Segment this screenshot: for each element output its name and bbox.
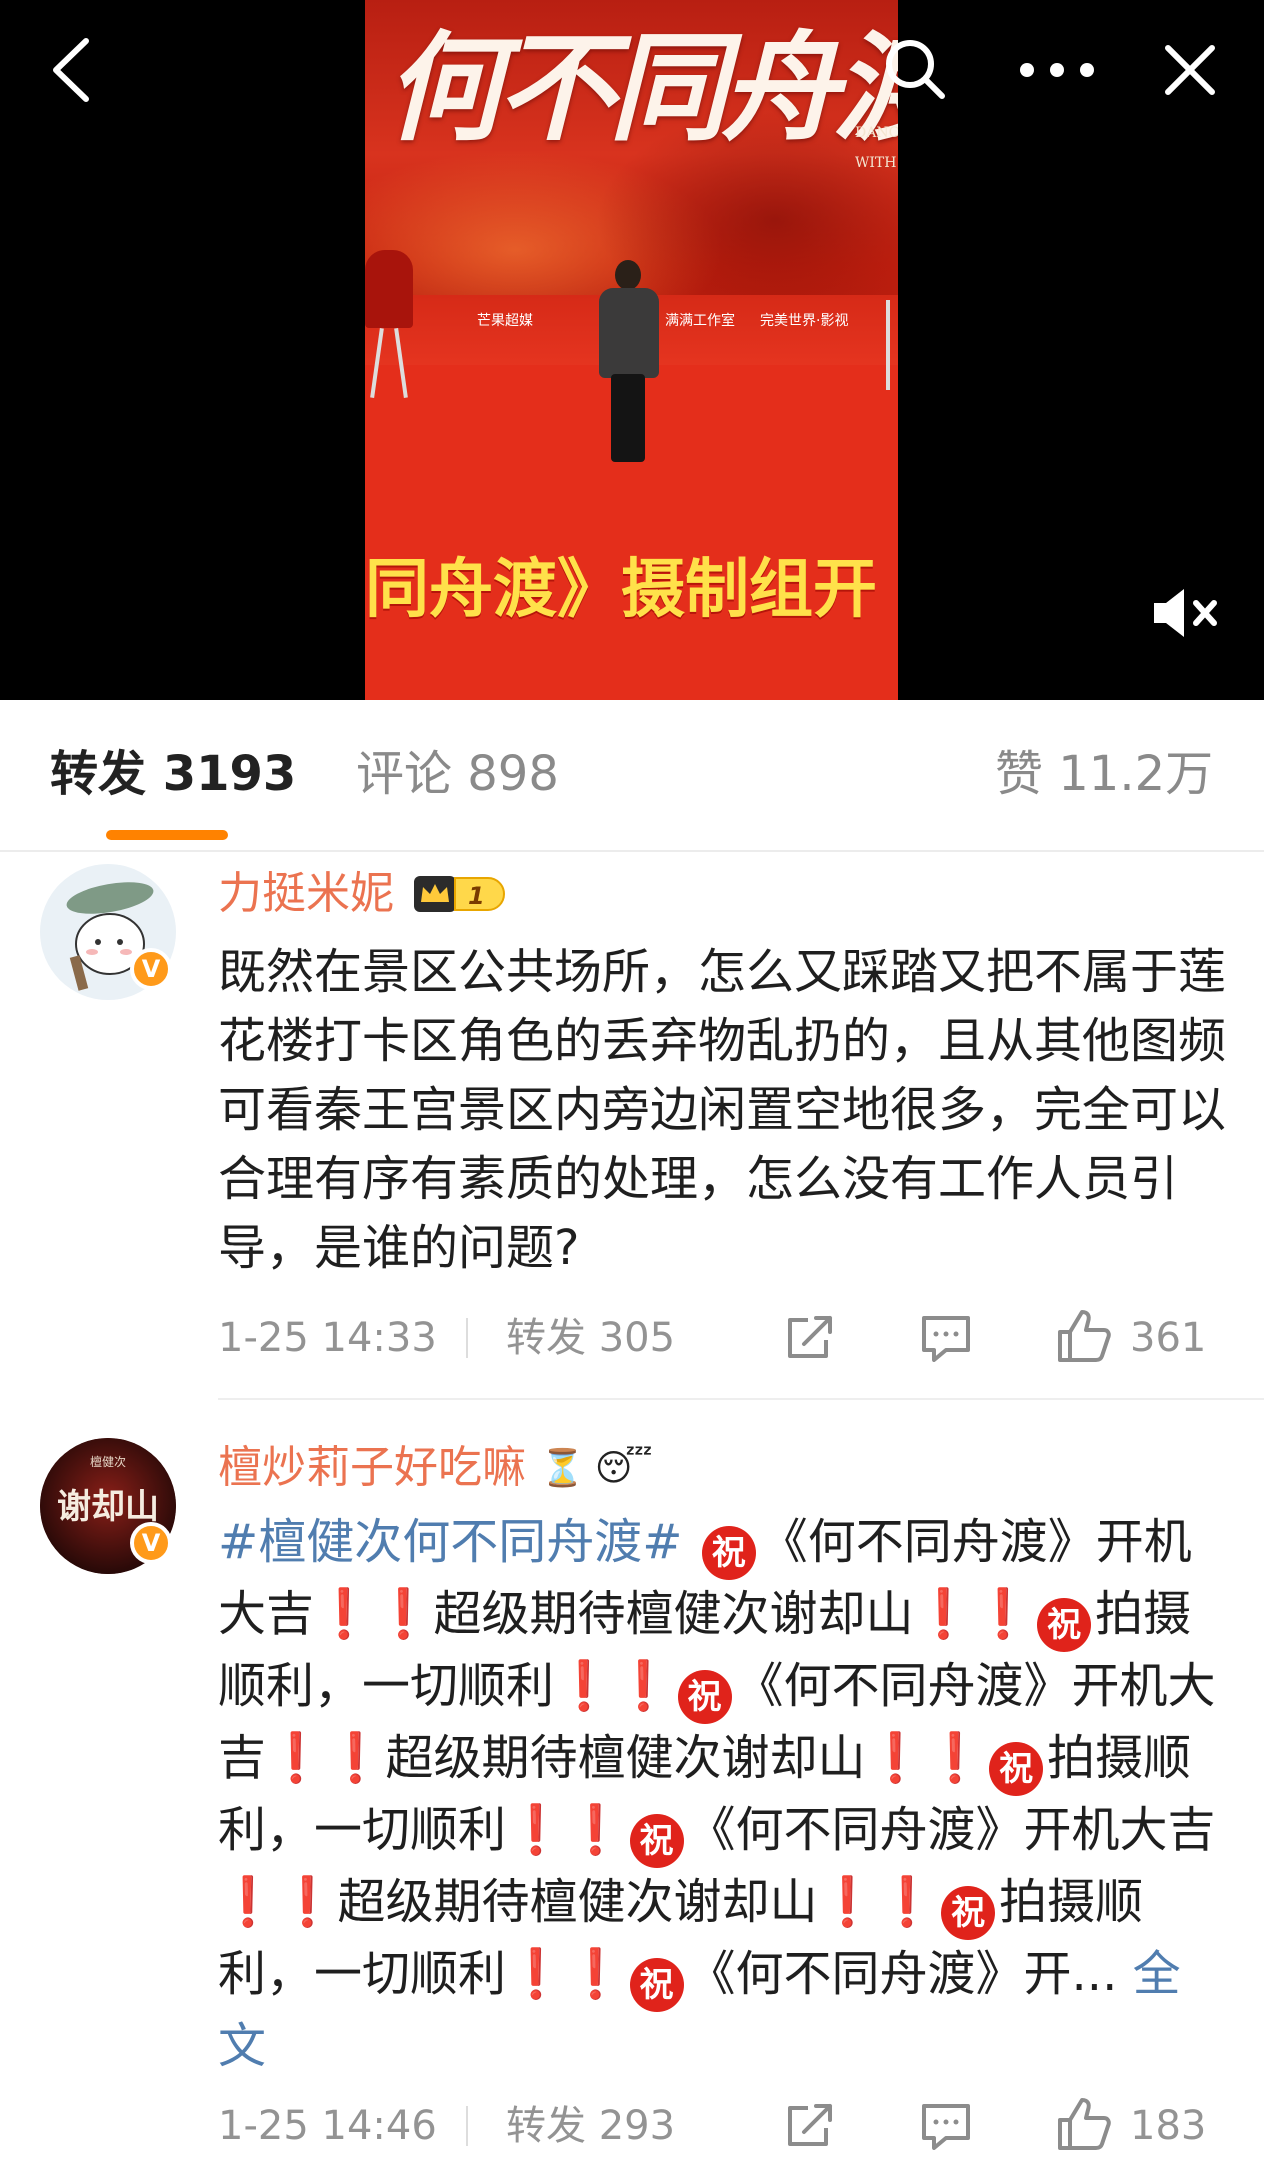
- chevron-left-icon: [53, 38, 89, 102]
- close-button[interactable]: [1150, 30, 1230, 110]
- speaker-figure: [593, 250, 663, 465]
- back-button[interactable]: [30, 30, 110, 110]
- mute-button[interactable]: [1140, 578, 1230, 648]
- svg-text:谢却山: 谢却山: [57, 1487, 159, 1527]
- divider: [218, 1398, 1264, 1400]
- share-icon[interactable]: [784, 2102, 836, 2150]
- repost-count[interactable]: 转发 305: [506, 1308, 675, 1368]
- zhu-emoji: 祝: [1037, 1598, 1092, 1652]
- repost-count[interactable]: 转发 293: [506, 2096, 675, 2156]
- repost-item: 檀健次 谢却山 V 檀炒莉子好吃嘛 ⏳ 😴 #檀健次何不同舟渡# 祝《何不同舟渡…: [0, 1402, 1264, 2183]
- comment-text: #檀健次何不同舟渡# 祝《何不同舟渡》开机大吉❗❗超级期待檀健次谢却山❗❗ 祝拍摄…: [218, 1514, 1216, 2074]
- like-count: 361: [1130, 1315, 1207, 1361]
- tab-comment[interactable]: 评论 898: [356, 744, 559, 804]
- poster-title: 何不同舟渡: [385, 18, 898, 157]
- comment-meta: 1-25 14:46 转发 293 183: [218, 2096, 1228, 2156]
- poster-banner: 同舟渡》摄制组开: [365, 553, 877, 627]
- svg-text:檀健次: 檀健次: [90, 1454, 126, 1469]
- timestamp: 1-25 14:33: [218, 1315, 437, 1361]
- username[interactable]: 檀炒莉子好吃嘛: [218, 1436, 526, 1500]
- timestamp: 1-25 14:46: [218, 2103, 437, 2149]
- zhu-emoji: 祝: [989, 1742, 1044, 1796]
- sleepy-emoji: 😴: [594, 1447, 653, 1489]
- tab-repost[interactable]: 转发 3193: [50, 744, 296, 804]
- verified-badge-icon: V: [130, 948, 172, 990]
- covered-stand: [365, 250, 415, 398]
- share-icon[interactable]: [784, 1314, 836, 1362]
- divider: [466, 1318, 468, 1358]
- repost-item: V 力挺米妮 1 既然在景区公共场所，怎么又踩踏又把不属于莲花楼打卡区角色的丢弃…: [0, 852, 1264, 1402]
- active-tab-indicator: [106, 830, 228, 840]
- thumbs-up-icon[interactable]: [1056, 2096, 1112, 2152]
- stand-leg: [880, 300, 898, 390]
- username-row: 力挺米妮 1: [218, 862, 505, 926]
- search-icon: [886, 40, 945, 99]
- speaker-muted-icon: [1154, 589, 1217, 637]
- hashtag-link[interactable]: #檀健次何不同舟渡#: [218, 1514, 682, 1570]
- video-frame: 何不同舟渡 DANCIN WITH T 芒果超媒 满满工作室 完美世界·影视 同…: [365, 0, 898, 700]
- divider: [466, 2106, 468, 2146]
- zhu-emoji: 祝: [629, 1958, 684, 2012]
- hourglass-emoji: ⏳: [540, 1448, 585, 1489]
- tab-bar: 转发 3193 评论 898 赞 11.2万: [0, 700, 1264, 850]
- more-dots-icon: [1020, 63, 1094, 77]
- username-row: 檀炒莉子好吃嘛 ⏳ 😴: [218, 1436, 653, 1500]
- username[interactable]: 力挺米妮: [218, 862, 394, 926]
- verified-badge-icon: V: [130, 1522, 172, 1564]
- crown-icon: [414, 876, 456, 912]
- tab-like[interactable]: 赞 11.2万: [995, 744, 1213, 804]
- level-number: 1: [454, 877, 505, 911]
- zhu-emoji: 祝: [701, 1526, 756, 1580]
- zhu-emoji: 祝: [941, 1886, 996, 1940]
- close-icon: [1165, 45, 1215, 95]
- thumbs-up-icon[interactable]: [1056, 1308, 1112, 1364]
- more-button[interactable]: [1012, 30, 1102, 110]
- poster-subtitle: DANCIN WITH T: [855, 125, 898, 171]
- comment-meta: 1-25 14:33 转发 305 361: [218, 1308, 1228, 1368]
- member-level-badge: 1: [412, 874, 505, 914]
- comment-text: 既然在景区公共场所，怎么又踩踏又把不属于莲花楼打卡区角色的丢弃物乱扔的，且从其他…: [218, 944, 1227, 1276]
- zhu-emoji: 祝: [677, 1670, 732, 1724]
- zhu-emoji: 祝: [629, 1814, 684, 1868]
- comment-icon[interactable]: [920, 1314, 972, 1362]
- search-button[interactable]: [870, 24, 960, 114]
- comment-icon[interactable]: [920, 2102, 972, 2150]
- video-player[interactable]: 何不同舟渡 DANCIN WITH T 芒果超媒 满满工作室 完美世界·影视 同…: [0, 0, 1264, 700]
- like-count: 183: [1130, 2103, 1207, 2149]
